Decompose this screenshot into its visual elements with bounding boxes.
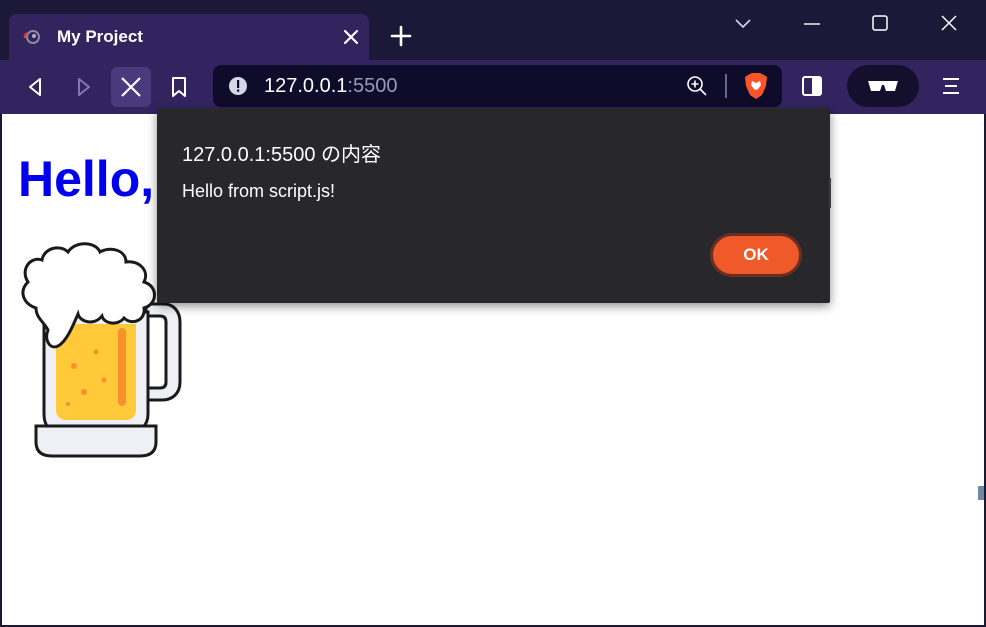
stop-icon	[121, 77, 141, 97]
info-icon[interactable]	[228, 76, 248, 96]
active-tab[interactable]: My Project	[9, 14, 369, 60]
url-host: 127.0.0.1	[264, 75, 348, 97]
close-tab-icon[interactable]	[340, 26, 362, 48]
bookmark-icon	[172, 77, 186, 97]
minimize-icon[interactable]	[800, 12, 824, 36]
back-button[interactable]	[16, 67, 56, 107]
menu-icon[interactable]	[940, 74, 962, 98]
tab-search-chevron-icon[interactable]	[731, 12, 755, 36]
url-text[interactable]: 127.0.0.1:5500	[264, 75, 397, 98]
close-window-icon[interactable]	[937, 12, 961, 36]
back-icon	[29, 78, 41, 96]
maximize-icon[interactable]	[868, 12, 892, 36]
alert-dialog: 127.0.0.1:5500 の内容 Hello from script.js!…	[157, 108, 830, 303]
address-bar[interactable]: 127.0.0.1:5500	[213, 65, 782, 107]
address-bar-divider	[725, 74, 727, 98]
sidebar-icon[interactable]	[799, 73, 825, 99]
url-port: :5500	[347, 75, 398, 97]
bookmark-button[interactable]	[159, 67, 199, 107]
private-glasses-icon	[868, 81, 898, 91]
private-window-indicator[interactable]	[847, 65, 919, 107]
dialog-message: Hello from script.js!	[182, 181, 336, 201]
tab-title: My Project	[57, 27, 143, 46]
navigation-toolbar: 127.0.0.1:5500	[0, 60, 986, 114]
title-bar: My Project	[0, 0, 986, 60]
page-heading: Hello,	[18, 151, 155, 207]
zoom-icon[interactable]	[686, 75, 708, 97]
page-edge-marker	[978, 486, 984, 500]
dialog-shadow-edge	[829, 178, 831, 208]
forward-icon	[78, 78, 90, 96]
brave-shields-icon[interactable]	[743, 72, 769, 100]
ok-button[interactable]: OK	[710, 233, 802, 277]
loading-globe-icon	[23, 30, 40, 44]
dialog-title: 127.0.0.1:5500 の内容	[182, 144, 382, 166]
new-tab-icon[interactable]	[389, 24, 413, 48]
forward-button[interactable]	[63, 67, 103, 107]
stop-loading-button[interactable]	[111, 67, 151, 107]
